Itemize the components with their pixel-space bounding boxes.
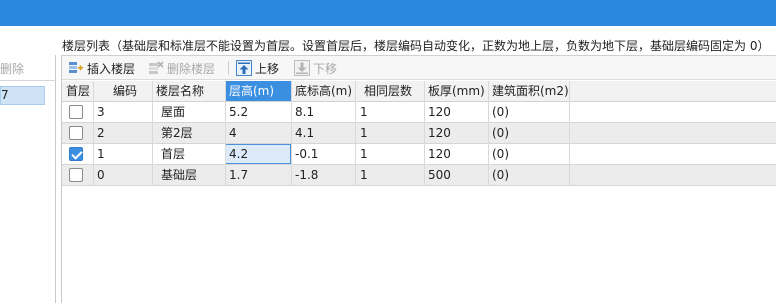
first-floor-checkbox[interactable] xyxy=(69,126,83,140)
column-divider xyxy=(355,81,356,186)
table-header-row: 首层 编码 楼层名称 层高(m) 底标高(m) 相同层数 板厚(mm) 建筑面积… xyxy=(62,81,776,102)
move-up-button[interactable]: 上移 xyxy=(236,59,279,77)
header-first-floor[interactable]: 首层 xyxy=(62,81,93,101)
floor-height-cell[interactable]: 5.2 xyxy=(225,102,248,122)
building-area-cell: (0) xyxy=(492,168,509,182)
floor-table: 首层 编码 楼层名称 层高(m) 底标高(m) 相同层数 板厚(mm) 建筑面积… xyxy=(62,81,776,303)
insert-floor-label: 插入楼层 xyxy=(87,61,136,76)
slab-thickness-cell[interactable]: 120 xyxy=(424,102,451,122)
move-down-button[interactable]: 下移 xyxy=(294,59,337,77)
column-divider xyxy=(225,81,226,186)
move-up-icon xyxy=(236,60,252,76)
table-row[interactable]: 3 屋面 5.2 8.1 1 120 (0) xyxy=(62,102,776,123)
left-toolbar-divider xyxy=(0,80,56,81)
column-divider xyxy=(93,81,94,186)
header-base-elevation[interactable]: 底标高(m) xyxy=(291,81,355,101)
move-up-label: 上移 xyxy=(255,61,280,76)
table-row[interactable]: 0 基础层 1.7 -1.8 1 500 (0) xyxy=(62,165,776,186)
header-slab-thickness[interactable]: 板厚(mm) xyxy=(424,81,488,101)
floor-toolbar: 插入楼层 删除楼层 上移 下移 xyxy=(62,56,776,80)
header-floor-name[interactable]: 楼层名称 xyxy=(152,81,225,101)
code-cell[interactable]: 2 xyxy=(93,123,105,143)
floor-height-cell[interactable]: 4.2 xyxy=(225,144,248,164)
column-divider xyxy=(424,81,425,186)
floor-name-cell[interactable]: 基础层 xyxy=(157,165,197,185)
same-floor-count-cell[interactable]: 1 xyxy=(356,102,368,122)
code-cell[interactable]: 0 xyxy=(93,165,105,185)
column-divider xyxy=(152,81,153,186)
toolbar-separator xyxy=(228,61,229,75)
floor-name-cell[interactable]: 首层 xyxy=(157,144,185,164)
insert-floor-button[interactable]: 插入楼层 xyxy=(68,59,135,77)
base-elevation-cell[interactable]: -0.1 xyxy=(291,144,318,164)
floor-list-description: 楼层列表（基础层和标准层不能设置为首层。设置首层后，楼层编码自动变化，正数为地上… xyxy=(62,39,770,53)
delete-floor-button[interactable]: 删除楼层 xyxy=(148,59,215,77)
delete-floor-label: 删除楼层 xyxy=(167,61,216,76)
move-down-label: 下移 xyxy=(313,61,338,76)
base-elevation-cell[interactable]: 8.1 xyxy=(291,102,314,122)
building-area-cell: (0) xyxy=(492,126,509,140)
table-row-selected[interactable]: 1 首层 4.2 -0.1 1 120 (0) xyxy=(62,144,776,165)
column-divider xyxy=(488,81,489,186)
floor-name-cell[interactable]: 第2层 xyxy=(157,123,193,143)
same-floor-count-cell[interactable]: 1 xyxy=(356,165,368,185)
building-area-cell: (0) xyxy=(492,105,509,119)
slab-thickness-cell[interactable]: 120 xyxy=(424,144,451,164)
title-bar xyxy=(0,0,776,26)
building-area-cell: (0) xyxy=(492,147,509,161)
first-floor-checkbox[interactable] xyxy=(69,105,83,119)
first-floor-checkbox[interactable] xyxy=(69,168,83,182)
first-floor-checkbox-checked[interactable] xyxy=(69,147,83,161)
left-delete-button[interactable]: 删除 xyxy=(0,60,24,77)
code-cell[interactable]: 3 xyxy=(93,102,105,122)
slab-thickness-cell[interactable]: 120 xyxy=(424,123,451,143)
same-floor-count-cell[interactable]: 1 xyxy=(356,123,368,143)
header-code[interactable]: 编码 xyxy=(109,81,156,101)
floor-name-cell[interactable]: 屋面 xyxy=(157,102,185,122)
floor-height-cell[interactable]: 1.7 xyxy=(225,165,248,185)
header-building-area[interactable]: 建筑面积(m2) xyxy=(488,81,570,101)
delete-floor-icon xyxy=(148,60,164,76)
floor-height-cell[interactable]: 4 xyxy=(225,123,237,143)
left-selected-item[interactable]: 7 xyxy=(0,86,45,105)
header-floor-height[interactable]: 层高(m) xyxy=(225,81,291,101)
insert-floor-icon xyxy=(68,60,84,76)
base-elevation-cell[interactable]: 4.1 xyxy=(291,123,314,143)
code-cell[interactable]: 1 xyxy=(93,144,105,164)
table-row[interactable]: 2 第2层 4 4.1 1 120 (0) xyxy=(62,123,776,144)
column-divider xyxy=(569,81,570,186)
header-same-floor-count[interactable]: 相同层数 xyxy=(360,81,424,101)
column-divider xyxy=(291,81,292,186)
move-down-icon xyxy=(294,60,310,76)
base-elevation-cell[interactable]: -1.8 xyxy=(291,165,318,185)
same-floor-count-cell[interactable]: 1 xyxy=(356,144,368,164)
slab-thickness-cell[interactable]: 500 xyxy=(424,165,451,185)
